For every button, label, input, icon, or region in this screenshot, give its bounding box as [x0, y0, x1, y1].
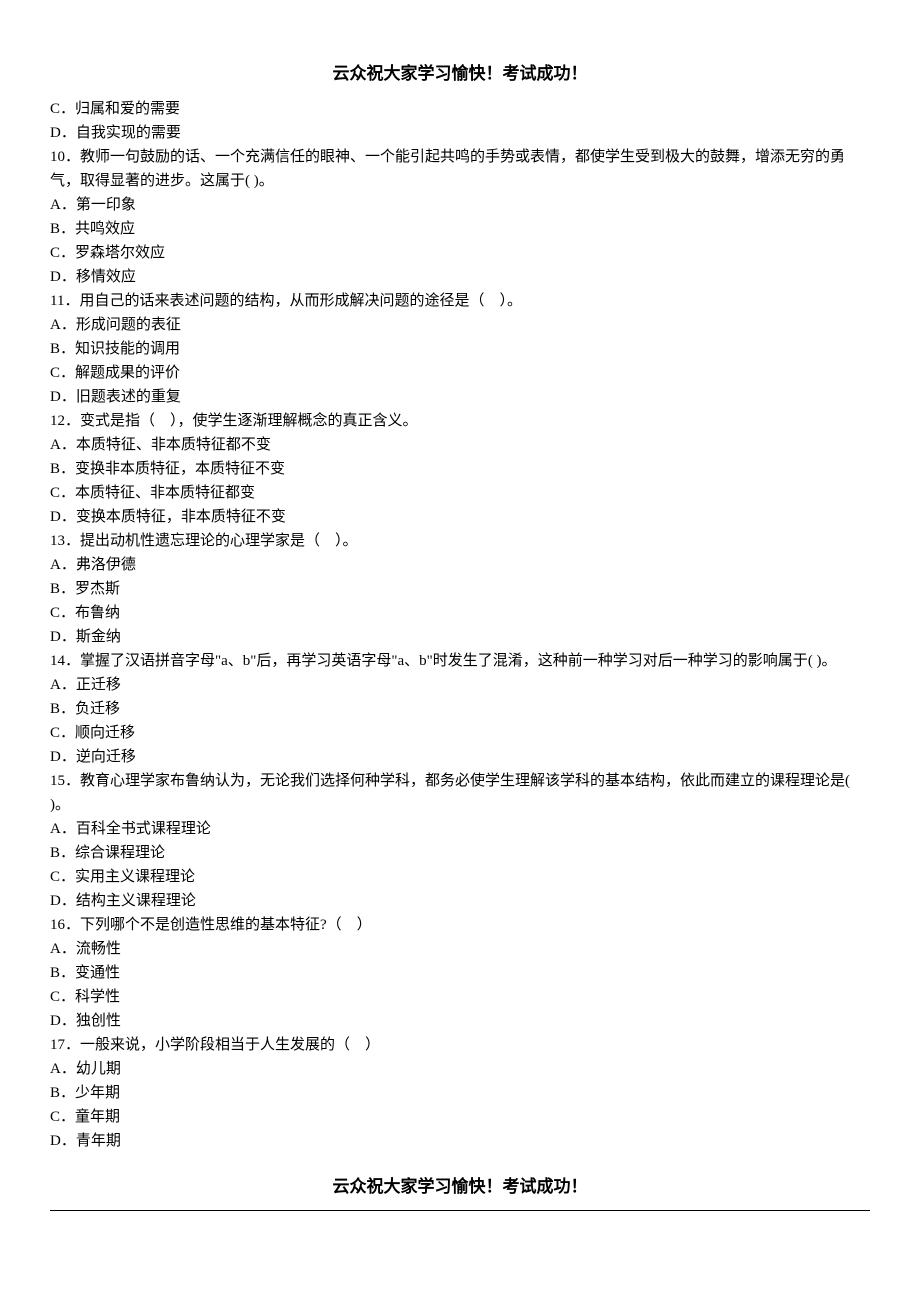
option-line: C．布鲁纳: [50, 601, 870, 625]
option-line: C．本质特征、非本质特征都变: [50, 481, 870, 505]
option-line: B．综合课程理论: [50, 841, 870, 865]
option-line: A．本质特征、非本质特征都不变: [50, 433, 870, 457]
option-line: D．青年期: [50, 1129, 870, 1153]
option-line: A．流畅性: [50, 937, 870, 961]
footer-divider: [50, 1210, 870, 1211]
option-line: C．归属和爱的需要: [50, 97, 870, 121]
option-line: A．幼儿期: [50, 1057, 870, 1081]
option-line: B．共鸣效应: [50, 217, 870, 241]
option-line: D．逆向迁移: [50, 745, 870, 769]
option-line: B．变通性: [50, 961, 870, 985]
question-stem: 14．掌握了汉语拼音字母"a、b"后，再学习英语字母"a、b"时发生了混淆，这种…: [50, 649, 870, 673]
option-line: A．弗洛伊德: [50, 553, 870, 577]
option-line: D．变换本质特征，非本质特征不变: [50, 505, 870, 529]
option-line: C．童年期: [50, 1105, 870, 1129]
question-stem: 11．用自己的话来表述问题的结构，从而形成解决问题的途径是（ ）。: [50, 289, 870, 313]
option-line: A．第一印象: [50, 193, 870, 217]
question-stem: 17．一般来说，小学阶段相当于人生发展的（ ）: [50, 1033, 870, 1057]
page-footer: 云众祝大家学习愉快！考试成功！: [50, 1173, 870, 1200]
question-stem: 10．教师一句鼓励的话、一个充满信任的眼神、一个能引起共鸣的手势或表情，都使学生…: [50, 145, 870, 193]
option-line: A．正迁移: [50, 673, 870, 697]
option-line: B．少年期: [50, 1081, 870, 1105]
option-line: D．斯金纳: [50, 625, 870, 649]
option-line: C．实用主义课程理论: [50, 865, 870, 889]
question-stem: 12．变式是指（ ），使学生逐渐理解概念的真正含义。: [50, 409, 870, 433]
question-stem: 16．下列哪个不是创造性思维的基本特征?（ ）: [50, 913, 870, 937]
option-line: B．知识技能的调用: [50, 337, 870, 361]
option-line: C．顺向迁移: [50, 721, 870, 745]
option-line: B．变换非本质特征，本质特征不变: [50, 457, 870, 481]
option-line: B．负迁移: [50, 697, 870, 721]
option-line: C．罗森塔尔效应: [50, 241, 870, 265]
option-line: A．形成问题的表征: [50, 313, 870, 337]
option-line: D．独创性: [50, 1009, 870, 1033]
option-line: B．罗杰斯: [50, 577, 870, 601]
question-stem: 15．教育心理学家布鲁纳认为，无论我们选择何种学科，都务必使学生理解该学科的基本…: [50, 769, 870, 817]
document-content: C．归属和爱的需要D．自我实现的需要10．教师一句鼓励的话、一个充满信任的眼神、…: [50, 97, 870, 1153]
page-header: 云众祝大家学习愉快！考试成功！: [50, 60, 870, 87]
option-line: C．解题成果的评价: [50, 361, 870, 385]
option-line: D．旧题表述的重复: [50, 385, 870, 409]
question-stem: 13．提出动机性遗忘理论的心理学家是（ ）。: [50, 529, 870, 553]
option-line: D．移情效应: [50, 265, 870, 289]
option-line: D．结构主义课程理论: [50, 889, 870, 913]
option-line: C．科学性: [50, 985, 870, 1009]
option-line: A．百科全书式课程理论: [50, 817, 870, 841]
option-line: D．自我实现的需要: [50, 121, 870, 145]
